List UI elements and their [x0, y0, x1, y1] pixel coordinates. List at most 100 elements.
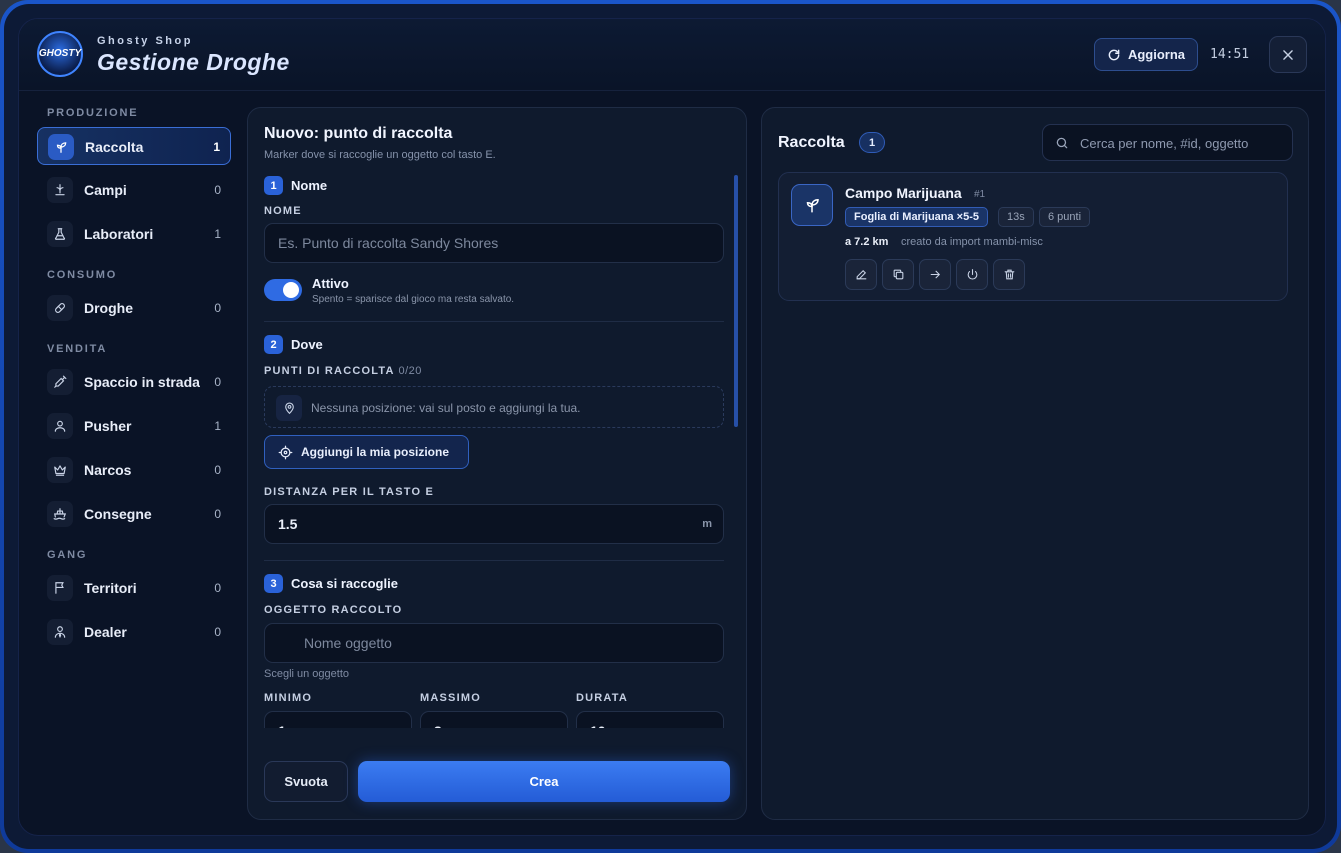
form-panel: Nuovo: punto di raccolta Marker dove si …: [247, 107, 747, 820]
name-placeholder: Es. Punto di raccolta Sandy Shores: [278, 235, 499, 251]
search-placeholder: Cerca per nome, #id, oggetto: [1080, 136, 1249, 151]
edit-button[interactable]: [845, 259, 877, 290]
step-number: 1: [264, 176, 283, 195]
add-position-label: Aggiungi la mia posizione: [301, 445, 450, 459]
sidebar-item-raccolta[interactable]: Raccolta 1: [37, 127, 231, 165]
sidebar-item-count: 0: [214, 507, 221, 521]
active-hint: Spento = sparisce dal gioco ma resta sal…: [312, 294, 515, 305]
max-label: MASSIMO: [420, 692, 481, 704]
refresh-icon: [1108, 49, 1120, 60]
sidebar-item-label: Laboratori: [84, 226, 154, 242]
sidebar-item-label: Spaccio in strada: [84, 374, 200, 390]
search-icon: [1056, 137, 1068, 149]
active-toggle[interactable]: [264, 279, 302, 301]
step-number: 3: [264, 574, 283, 593]
form-subtitle: Marker dove si raccoglie un oggetto col …: [264, 149, 496, 161]
sidebar-item-pusher[interactable]: Pusher 1: [37, 407, 231, 445]
sidebar-item-droghe[interactable]: Droghe 0: [37, 289, 231, 327]
points-count: 0/20: [398, 365, 422, 377]
flask-icon: [47, 221, 73, 247]
form-scrollbar[interactable]: [734, 175, 738, 427]
item-creator: creato da import mambi-misc: [901, 236, 1043, 248]
step-3-header: 3 Cosa si raccoglie: [264, 574, 398, 593]
sidebar-item-spaccio[interactable]: Spaccio in strada 0: [37, 363, 231, 401]
section-produzione: PRODUZIONE: [47, 107, 139, 119]
sidebar-item-campi[interactable]: Campi 0: [37, 171, 231, 209]
refresh-label: Aggiorna: [1127, 47, 1186, 62]
points-label-text: PUNTI DI RACCOLTA: [264, 365, 395, 377]
form-title: Nuovo: punto di raccolta: [264, 125, 453, 142]
item-distance: a 7.2 km: [845, 236, 889, 248]
sidebar-item-dealer[interactable]: Dealer 0: [37, 613, 231, 651]
power-icon: [967, 269, 977, 280]
create-button[interactable]: Crea: [358, 761, 730, 802]
item-id: #1: [974, 189, 986, 200]
step-number: 2: [264, 335, 283, 354]
item-hint: Scegli un oggetto: [264, 668, 350, 680]
sprout-icon: [791, 184, 833, 226]
sidebar-item-label: Droghe: [84, 300, 133, 316]
delete-button[interactable]: [993, 259, 1025, 290]
item-field[interactable]: Nome oggetto: [264, 623, 724, 663]
sidebar-item-count: 0: [214, 463, 221, 477]
app-window: GHOSTY Ghosty Shop Gestione Droghe Aggio…: [18, 18, 1326, 836]
syringe-icon: [47, 369, 73, 395]
sidebar-item-count: 0: [214, 625, 221, 639]
section-gang: GANG: [47, 549, 88, 561]
min-field[interactable]: 1: [264, 711, 412, 728]
crown-icon: [47, 457, 73, 483]
search-input[interactable]: Cerca per nome, #id, oggetto: [1042, 124, 1293, 161]
sidebar-item-label: Pusher: [84, 418, 132, 434]
points-empty-text: Nessuna posizione: vai sul posto e aggiu…: [311, 401, 581, 415]
teleport-button[interactable]: [919, 259, 951, 290]
user-icon: [47, 413, 73, 439]
trash-icon: [1004, 269, 1014, 280]
list-count-badge: 1: [859, 132, 885, 153]
sidebar-item-label: Territori: [84, 580, 137, 596]
step-label: Cosa si raccoglie: [291, 576, 398, 591]
pill-icon: [47, 295, 73, 321]
sidebar-item-count: 1: [214, 227, 221, 241]
divider: [264, 560, 724, 561]
crosshair-icon: [278, 445, 293, 459]
close-button[interactable]: [1269, 36, 1307, 73]
sidebar-item-label: Consegne: [84, 506, 152, 522]
item-chip: Foglia di Marijuana ×5-5: [845, 207, 989, 227]
flag-icon: [47, 575, 73, 601]
sidebar-item-label: Dealer: [84, 624, 127, 640]
sidebar-item-count: 0: [214, 183, 221, 197]
toggle-knob: [283, 282, 299, 298]
distance-field[interactable]: 1.5 m: [264, 504, 724, 544]
sprout-icon: [48, 134, 74, 160]
points-label: PUNTI DI RACCOLTA 0/20: [264, 365, 422, 377]
sidebar-item-count: 0: [214, 581, 221, 595]
logo-text: GHOSTY: [38, 48, 82, 59]
sidebar-item-label: Raccolta: [85, 139, 144, 155]
sidebar-item-count: 0: [214, 301, 221, 315]
step-2-header: 2 Dove: [264, 335, 323, 354]
duration-value: 10: [590, 723, 606, 728]
clear-button[interactable]: Svuota: [264, 761, 348, 802]
add-position-button[interactable]: Aggiungi la mia posizione: [264, 435, 469, 469]
duplicate-button[interactable]: [882, 259, 914, 290]
refresh-button[interactable]: Aggiorna: [1094, 38, 1198, 71]
name-field[interactable]: Es. Punto di raccolta Sandy Shores: [264, 223, 724, 263]
toggle-power-button[interactable]: [956, 259, 988, 290]
duration-label: DURATA: [576, 692, 629, 704]
distance-value: 1.5: [278, 516, 298, 532]
min-label: MINIMO: [264, 692, 313, 704]
min-value: 1: [278, 723, 286, 728]
sidebar-item-consegne[interactable]: Consegne 0: [37, 495, 231, 533]
sidebar-item-laboratori[interactable]: Laboratori 1: [37, 215, 231, 253]
pencil-icon: [856, 269, 866, 280]
sidebar-item-territori[interactable]: Territori 0: [37, 569, 231, 607]
form-scroll-area[interactable]: 1 Nome NOME Es. Punto di raccolta Sandy …: [248, 173, 746, 728]
points-chip: 6 punti: [1039, 207, 1091, 227]
item-name: Campo Marijuana: [845, 185, 962, 201]
list-item[interactable]: Campo Marijuana #1 Foglia di Marijuana ×…: [778, 172, 1288, 301]
max-field[interactable]: 3: [420, 711, 568, 728]
item-label: OGGETTO RACCOLTO: [264, 604, 403, 616]
item-placeholder: Nome oggetto: [304, 635, 392, 651]
sidebar-item-narcos[interactable]: Narcos 0: [37, 451, 231, 489]
duration-field[interactable]: 10 s: [576, 711, 724, 728]
